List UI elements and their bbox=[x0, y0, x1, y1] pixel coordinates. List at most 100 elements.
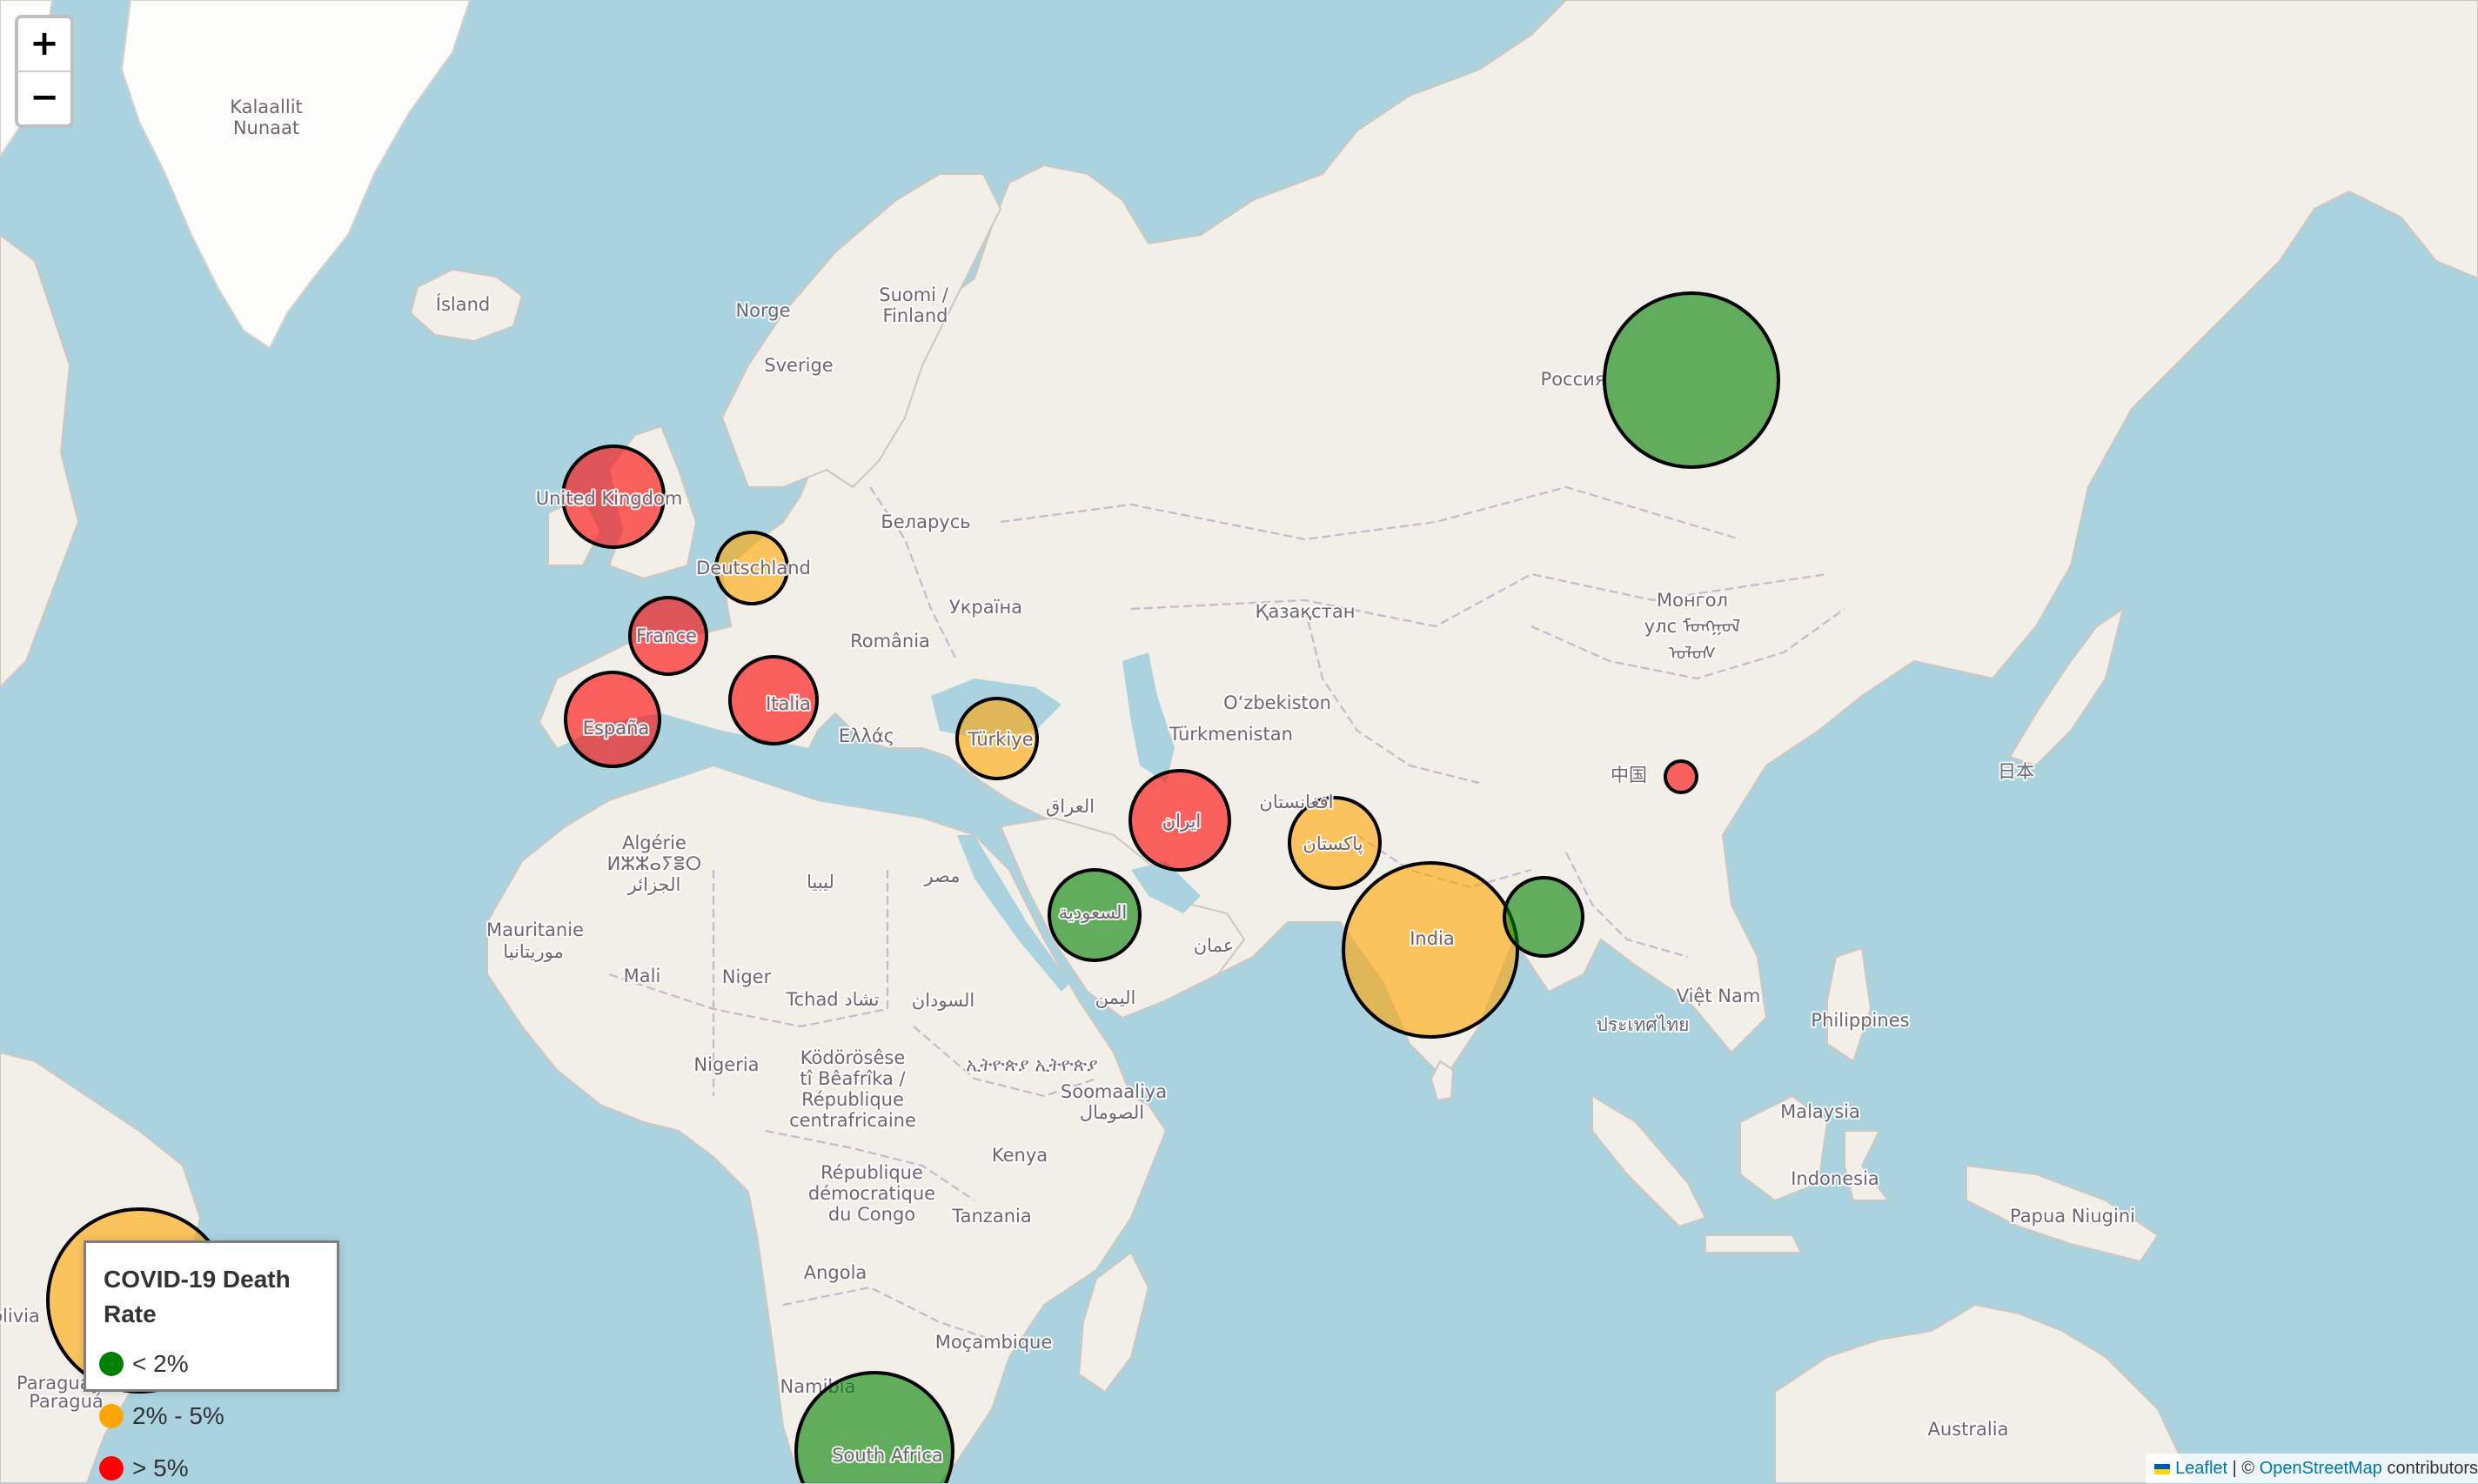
attribution-suffix: contributors bbox=[2381, 1459, 2478, 1478]
place-label-finland: Suomi / bbox=[879, 284, 948, 305]
place-label-romania: România bbox=[850, 631, 930, 652]
place-label-turkmenistan: Türkmenistan bbox=[1169, 724, 1293, 745]
place-label-niger: Niger bbox=[722, 966, 772, 987]
legend-item-label: < 2% bbox=[132, 1350, 189, 1377]
place-label-iraq: العراق bbox=[1046, 796, 1095, 817]
place-label-somalia2: الصومال bbox=[1080, 1102, 1144, 1123]
place-label-mongolia2: улс ᠮᠤᠩᠭᠤᠯ bbox=[1644, 616, 1741, 637]
place-label-chad: Tchad تشاد bbox=[785, 989, 879, 1010]
country-label-france: France bbox=[636, 625, 697, 646]
attribution: Leaflet | © OpenStreetMap contributors bbox=[2146, 1454, 2478, 1483]
country-label-italy: Italia bbox=[766, 693, 811, 714]
land-sulawesi bbox=[1844, 1130, 1889, 1201]
place-label-car: Ködörösêse bbox=[800, 1047, 906, 1068]
place-label-oman: عمان bbox=[1194, 935, 1235, 956]
legend-item-low: < 2% bbox=[99, 1348, 189, 1380]
zoom-in-button[interactable]: + bbox=[18, 18, 70, 70]
place-label-sweden: Sverige bbox=[764, 355, 833, 376]
legend-red-dot-icon bbox=[99, 1456, 124, 1481]
place-label-somalia: Soomaaliya bbox=[1061, 1081, 1167, 1102]
ukraine-flag-icon bbox=[2154, 1464, 2171, 1474]
place-label-malaysia: Malaysia bbox=[1780, 1101, 1860, 1122]
place-label-nigeria: Nigeria bbox=[693, 1054, 759, 1075]
place-label-angola: Angola bbox=[804, 1262, 867, 1283]
place-label-china: 中国 bbox=[1611, 765, 1647, 785]
legend-item-high: > 5% bbox=[99, 1453, 189, 1484]
place-label-iceland: Ísland bbox=[436, 293, 490, 315]
place-label-ethiopia: ኢትዮጵያ ኢትዮጵያ bbox=[966, 1054, 1097, 1075]
place-label-greece: Ελλάς bbox=[839, 725, 894, 746]
zoom-out-button[interactable]: − bbox=[18, 70, 70, 124]
zoom-control: + − bbox=[15, 15, 74, 128]
place-label-paraguay: Paraguá bbox=[29, 1391, 104, 1412]
place-label-libya: ليبيا bbox=[807, 872, 834, 892]
place-label-drc3: du Congo bbox=[828, 1204, 915, 1225]
place-label-algeria3: الجزائر bbox=[627, 874, 681, 895]
place-label-finland2: Finland bbox=[882, 305, 948, 326]
country-label-germany: Deutschland bbox=[696, 558, 811, 578]
place-label-australia: Australia bbox=[1928, 1419, 2009, 1440]
country-label-pakistan: پاکستان bbox=[1303, 833, 1363, 854]
place-label-philippines: Philippines bbox=[1811, 1010, 1909, 1031]
land-java bbox=[1704, 1234, 1802, 1253]
place-label-belarus: Беларусь bbox=[881, 511, 970, 532]
marker-china[interactable] bbox=[1664, 759, 1698, 794]
attribution-separator: | © bbox=[2227, 1459, 2260, 1478]
marker-india[interactable] bbox=[1342, 861, 1519, 1039]
place-label-mongolia: Монгол bbox=[1657, 590, 1728, 611]
land-sumatra bbox=[1591, 1095, 1706, 1227]
legend-title-line1: COVID-19 Death bbox=[104, 1266, 291, 1293]
place-label-bolivia: olivia bbox=[0, 1306, 40, 1327]
place-label-car4: centrafricaine bbox=[789, 1110, 916, 1131]
place-label-mongolia3: ᠤᠯᠤᠰ bbox=[1669, 643, 1717, 664]
place-label-mauritania: Mauritanie bbox=[486, 919, 584, 940]
legend-orange-dot-icon bbox=[99, 1404, 124, 1428]
place-label-algeria2: ⵍⵣⵣⴰⵢⴻⵔ bbox=[607, 853, 702, 874]
place-label-drc: République bbox=[820, 1162, 923, 1183]
land-north-america bbox=[0, 234, 79, 688]
marker-russia[interactable] bbox=[1603, 291, 1780, 469]
country-label-saudi-arabia: السعودية bbox=[1059, 902, 1127, 923]
map-canvas[interactable]: KalaallitNunaat Ísland Norge Sverige Suomi /… bbox=[0, 0, 2478, 1483]
place-label-car3: République bbox=[801, 1089, 904, 1110]
place-label-indonesia: Indonesia bbox=[1791, 1168, 1879, 1189]
marker-bangladesh[interactable] bbox=[1503, 876, 1584, 958]
place-label-car2: tî Bêafrîka / bbox=[800, 1068, 906, 1089]
place-label-kenya: Kenya bbox=[992, 1145, 1048, 1166]
place-label-thailand: ประเทศไทย bbox=[1597, 1014, 1690, 1035]
place-label-egypt: مصر bbox=[923, 866, 960, 886]
country-label-spain: España bbox=[583, 718, 650, 739]
legend-item-medium: 2% - 5% bbox=[99, 1400, 224, 1432]
place-label-japan: 日本 bbox=[1998, 761, 2034, 782]
place-label-png: Papua Niugini bbox=[2010, 1206, 2135, 1227]
place-label-drc2: démocratique bbox=[808, 1183, 935, 1204]
legend-item-label: > 5% bbox=[132, 1454, 189, 1481]
place-label-vietnam: Việt Nam bbox=[1677, 986, 1761, 1006]
place-label-greenland: Kalaallit bbox=[230, 97, 303, 117]
place-label-yemen: اليمن bbox=[1095, 987, 1136, 1008]
country-label-afghanistan: افغانستان bbox=[1259, 792, 1333, 812]
place-label-mali: Mali bbox=[624, 966, 661, 986]
place-label-mauritania2: موريتانيا bbox=[503, 941, 563, 962]
country-label-india: India bbox=[1410, 928, 1455, 949]
place-label-kazakhstan: Қазақстан bbox=[1256, 601, 1356, 622]
place-label-sudan: السودان bbox=[912, 990, 974, 1011]
legend-title-line2: Rate bbox=[104, 1300, 157, 1327]
place-label-ukraine: Україна bbox=[949, 597, 1022, 618]
place-label-tanzania: Tanzania bbox=[951, 1206, 1031, 1227]
land-philippines bbox=[1826, 947, 1872, 1062]
place-label-uzbekistan: O‘zbekiston bbox=[1223, 692, 1331, 713]
country-label-turkey: Türkiye bbox=[967, 729, 1033, 750]
place-label-mozambique: Moçambique bbox=[935, 1332, 1053, 1353]
osm-link[interactable]: OpenStreetMap bbox=[2260, 1459, 2382, 1478]
legend-item-label: 2% - 5% bbox=[132, 1402, 224, 1429]
legend-green-dot-icon bbox=[99, 1352, 124, 1376]
country-label-united-kingdom: United Kingdom bbox=[536, 488, 683, 509]
place-label-russia: Россия bbox=[1541, 369, 1606, 390]
legend-title: COVID-19 Death Rate bbox=[104, 1262, 337, 1332]
country-label-south-africa: South Africa bbox=[832, 1445, 943, 1466]
place-label-algeria: Algérie bbox=[622, 832, 686, 853]
place-label-greenland2: Nunaat bbox=[233, 117, 299, 138]
country-label-iran: ایران bbox=[1162, 811, 1202, 832]
leaflet-link[interactable]: Leaflet bbox=[2175, 1459, 2227, 1478]
